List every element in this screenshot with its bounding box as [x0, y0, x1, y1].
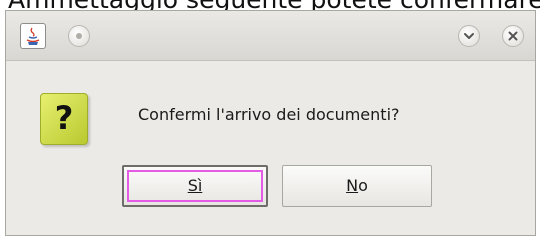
dialog-message: Confermi l'arrivo dei documenti? [138, 105, 400, 124]
question-glyph: ? [54, 99, 74, 137]
circle-icon[interactable] [68, 25, 90, 47]
yes-button[interactable]: Sì [122, 165, 268, 207]
titlebar[interactable] [6, 11, 535, 61]
dialog-window: ? Confermi l'arrivo dei documenti? Sì No [5, 10, 536, 236]
no-button[interactable]: No [282, 165, 432, 207]
no-button-label: No [346, 176, 368, 195]
dialog-content: ? Confermi l'arrivo dei documenti? Sì No [6, 61, 535, 236]
question-mark-icon: ? [40, 93, 88, 145]
no-button-label-rest: o [358, 176, 368, 195]
chevron-down-icon[interactable] [458, 25, 480, 47]
yes-button-label: Sì [187, 176, 203, 195]
java-cup-icon[interactable] [20, 23, 46, 49]
close-icon[interactable] [502, 25, 524, 47]
no-button-mnemonic: N [346, 176, 359, 195]
